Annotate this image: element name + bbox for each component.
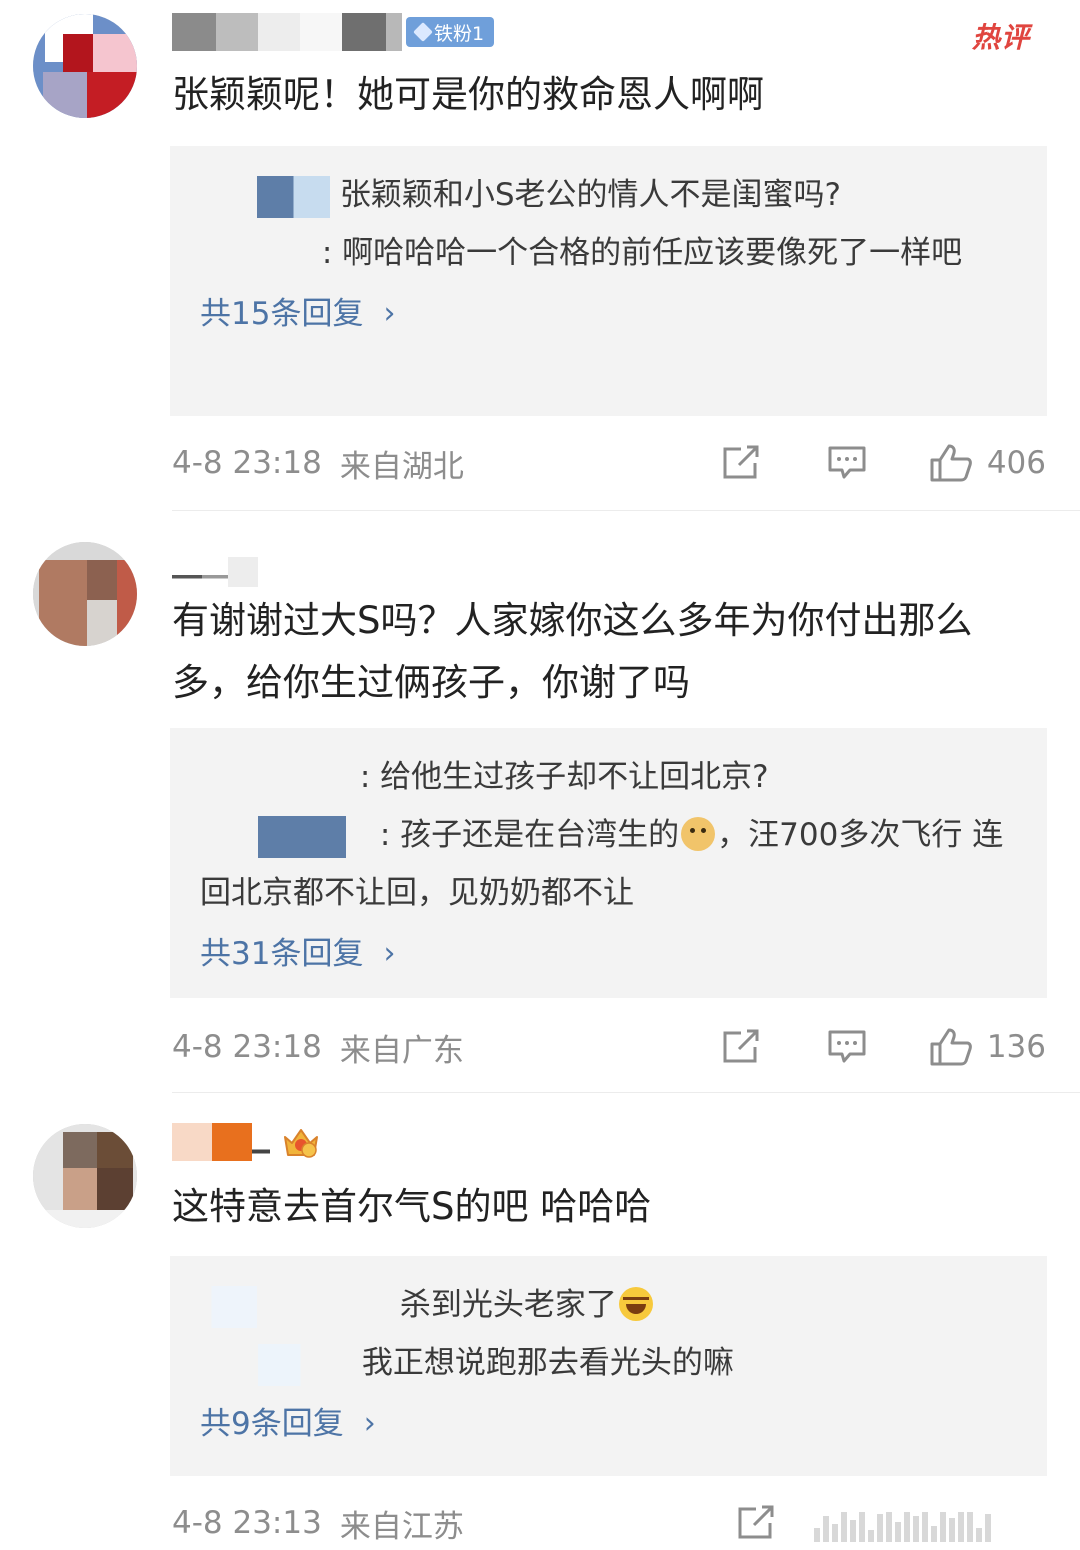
comment-time: 4-8 23:18 <box>172 445 322 481</box>
reply-item[interactable]: : 给他生过孩子却不让回北京? <box>200 748 1017 806</box>
more-replies-link[interactable]: 共31条回复 › <box>200 922 395 986</box>
like-button[interactable]: 136 <box>929 1027 1046 1067</box>
like-button[interactable]: 406 <box>929 443 1046 483</box>
comment-actions: 136 <box>721 1027 1046 1067</box>
avatar[interactable] <box>33 14 137 118</box>
comment-time: 4-8 23:18 <box>172 1029 322 1065</box>
comment-reply-button[interactable] <box>827 445 867 481</box>
comment-actions: 406 <box>721 443 1046 483</box>
chevron-right-icon: › <box>383 296 396 331</box>
share-button[interactable] <box>721 1029 761 1065</box>
reply-username-redacted <box>200 757 350 800</box>
comment-actions <box>736 1505 776 1541</box>
comment-reply-button[interactable] <box>827 1029 867 1065</box>
more-replies-link[interactable]: 共15条回复 › <box>200 282 395 346</box>
reply-username-redacted <box>200 815 370 858</box>
comment-icon <box>828 446 866 479</box>
laugh-cry-icon <box>618 1287 653 1321</box>
reply-username-redacted <box>200 1343 352 1386</box>
like-count: 406 <box>986 445 1046 481</box>
comment-text[interactable]: 张颖颖呢！她可是你的救命恩人啊啊 <box>172 64 1020 126</box>
comment-text[interactable]: 有谢谢过大S吗？人家嫁你这么多年为你付出那么多，给你生过俩孩子，你谢了吗 <box>172 590 1020 714</box>
comment-location: 来自广东 <box>339 1032 464 1069</box>
divider <box>172 1092 1080 1093</box>
more-replies-link[interactable]: 共9条回复 › <box>200 1392 376 1456</box>
thumbs-up-icon <box>930 444 972 482</box>
share-icon <box>723 445 759 479</box>
redaction-bars <box>814 1512 1074 1542</box>
fan-badge-label: 铁粉1 <box>434 22 485 45</box>
hot-comment-tag: 热评 <box>971 21 1030 54</box>
reply-item[interactable]: 我正想说跑那去看光头的嘛 <box>200 1334 1017 1392</box>
comment-meta: 4-8 23:18 来自广东 136 <box>172 1022 1046 1072</box>
share-icon <box>738 1505 774 1539</box>
chevron-right-icon: › <box>383 936 396 971</box>
divider <box>172 510 1080 511</box>
reply-username-redacted <box>200 1285 390 1328</box>
username-redacted[interactable] <box>172 1123 270 1161</box>
username-row: 铁粉1 <box>172 12 495 52</box>
comment-time: 4-8 23:13 <box>172 1505 322 1541</box>
comment-location: 来自江苏 <box>339 1508 464 1545</box>
share-button[interactable] <box>736 1505 776 1541</box>
reply-item[interactable]: 张颖颖和小S老公的情人不是闺蜜吗? <box>200 166 1017 224</box>
fan-level-badge[interactable]: 铁粉1 <box>406 17 495 47</box>
reply-item[interactable]: : 孩子还是在台湾生的 ，汪700多次飞行 连回北京都不让回，见奶奶都不让 <box>200 806 1017 922</box>
reply-box[interactable]: 杀到光头老家了 我正想说跑那去看光头的嘛 共9条回复 › <box>170 1256 1047 1476</box>
username-redacted[interactable] <box>172 13 402 51</box>
reply-item[interactable]: 杀到光头老家了 <box>200 1276 1017 1334</box>
reply-item[interactable]: : 啊哈哈哈一个合格的前任应该要像死了一样吧 <box>200 224 1017 282</box>
diamond-icon <box>413 22 433 42</box>
share-button[interactable] <box>721 445 761 481</box>
comment-icon <box>828 1030 866 1063</box>
share-icon <box>723 1029 759 1063</box>
chevron-right-icon: › <box>363 1406 376 1441</box>
avatar[interactable] <box>33 1124 137 1228</box>
reply-username-redacted <box>200 233 312 276</box>
reply-box[interactable]: : 给他生过孩子却不让回北京? : 孩子还是在台湾生的 ，汪700多次飞行 连回北… <box>170 728 1047 998</box>
reply-username-redacted <box>200 175 330 218</box>
username-redacted[interactable] <box>172 557 258 587</box>
crown-vip-icon[interactable] <box>282 1125 320 1159</box>
username-row <box>172 552 258 592</box>
avatar[interactable] <box>33 542 137 646</box>
comment-location: 来自湖北 <box>339 448 464 485</box>
username-row <box>172 1122 320 1162</box>
thumbs-up-icon <box>930 1028 972 1066</box>
like-count: 136 <box>986 1029 1046 1065</box>
doge-icon <box>681 817 716 851</box>
comment-meta: 4-8 23:18 来自湖北 406 <box>172 438 1046 488</box>
reply-box[interactable]: 张颖颖和小S老公的情人不是闺蜜吗? : 啊哈哈哈一个合格的前任应该要像死了一样吧… <box>170 146 1047 416</box>
comment-text[interactable]: 这特意去首尔气S的吧 哈哈哈 <box>172 1176 1020 1238</box>
